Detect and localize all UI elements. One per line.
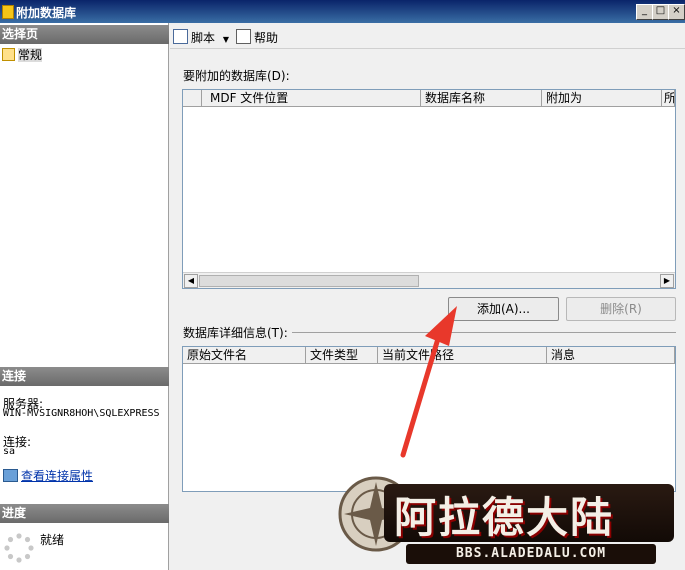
page-item-label: 常规 [18,48,43,62]
horizontal-scrollbar[interactable]: ◀ ▶ [183,272,675,288]
progress-header: 进度 [0,504,169,523]
databases-grid[interactable]: MDF 文件位置 数据库名称 附加为 所 ◀ ▶ [182,89,676,289]
column-attach-as[interactable]: 附加为 [542,90,662,107]
remove-button[interactable]: 删除(R) [566,297,676,321]
column-original-file-name[interactable]: 原始文件名 [183,347,306,364]
connection-properties-icon [3,469,18,482]
databases-section-label: 要附加的数据库(D): [183,69,290,83]
column-owner[interactable]: 所 [662,90,675,107]
help-icon [236,29,251,44]
script-label: 脚本 [191,31,216,45]
close-button[interactable]: × [668,4,685,20]
logo-url: BBS.ALADEDALU.COM [406,544,656,564]
scroll-left-icon[interactable]: ◀ [184,274,198,288]
watermark-logo: 阿拉德大陆 BBS.ALADEDALU.COM [336,470,676,568]
progress-status: 就绪 [40,533,65,547]
maximize-button[interactable]: □ [652,4,669,20]
chevron-down-icon[interactable]: ▼ [223,35,229,44]
toolbar: 脚本 ▼ 帮助 [170,23,685,49]
scroll-right-icon[interactable]: ▶ [660,274,674,288]
script-icon [173,29,188,44]
red-arrow-annotation [400,306,457,458]
select-page-header: 选择页 [0,25,169,44]
connection-value: sa [3,446,16,457]
page-item-general[interactable]: 常规 [2,46,43,63]
help-button[interactable]: 帮助 [236,29,278,46]
script-button[interactable]: 脚本 ▼ [173,29,229,46]
column-message[interactable]: 消息 [547,347,675,364]
view-connection-properties-link[interactable]: 查看连接属性 [21,469,93,483]
progress-spinner-icon [4,533,34,563]
details-section-label: 数据库详细信息(T): [183,324,292,341]
page-icon [2,48,15,61]
view-connection-properties[interactable]: 查看连接属性 [3,467,93,484]
column-database-name[interactable]: 数据库名称 [421,90,542,107]
left-pane: 选择页 常规 连接 服务器: WIN-MVSIGNR8HOH\SQLEXPRES… [0,23,169,570]
connection-header: 连接 [0,367,169,386]
minimize-button[interactable]: _ [636,4,653,20]
window-title: 附加数据库 [16,6,77,20]
scrollbar-thumb[interactable] [199,275,419,287]
help-label: 帮助 [254,31,279,45]
database-icon [2,5,14,19]
column-mdf-location[interactable]: MDF 文件位置 [202,90,421,107]
title-bar: 附加数据库 _ □ × [0,0,685,23]
server-value: WIN-MVSIGNR8HOH\SQLEXPRESS [3,408,160,419]
logo-title: 阿拉德大陆 [394,493,615,542]
grid-row-header [183,90,202,107]
column-file-type[interactable]: 文件类型 [306,347,378,364]
